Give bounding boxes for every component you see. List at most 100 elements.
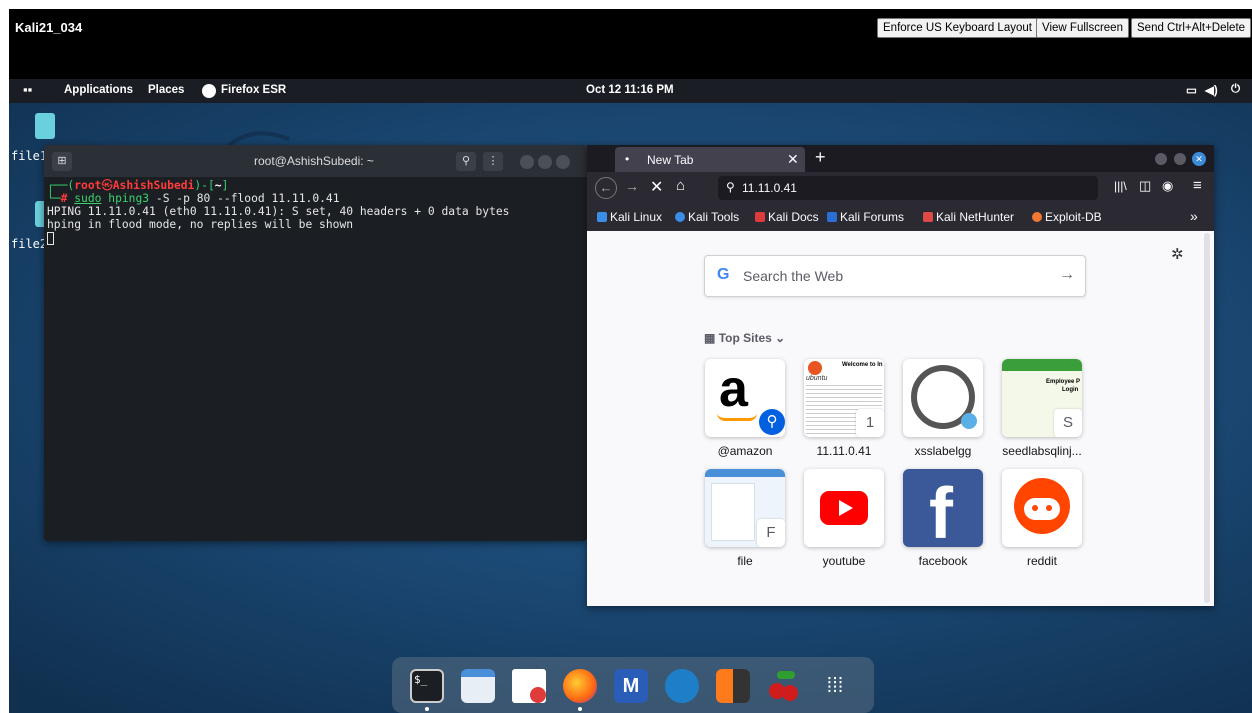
kali-icon bbox=[597, 212, 607, 222]
tile-file[interactable]: F bbox=[705, 469, 785, 547]
tile-xsslabelgg[interactable] bbox=[903, 359, 983, 437]
volume-icon[interactable]: ◀) bbox=[1205, 83, 1218, 97]
cherrytree-icon[interactable] bbox=[767, 669, 801, 703]
new-tab-button[interactable]: + bbox=[815, 147, 826, 168]
tile-label[interactable]: xsslabelgg bbox=[893, 444, 993, 458]
scrollbar[interactable] bbox=[1204, 233, 1210, 603]
terminal-window[interactable]: ⊞ root@AshishSubedi: ~ ⚲ ⋮ ┌──(root㉿Ashi… bbox=[44, 145, 587, 541]
tile-label[interactable]: file bbox=[695, 554, 795, 568]
enforce-keyboard-button[interactable]: Enforce US Keyboard Layout bbox=[877, 18, 1038, 38]
maximize-button[interactable] bbox=[538, 155, 552, 169]
dock: $_ M ⁞⁞⁞ bbox=[392, 657, 874, 713]
bookmark-kali-nethunter[interactable]: Kali NetHunter bbox=[923, 210, 1014, 224]
top-sites-header[interactable]: ▦ Top Sites ⌄ bbox=[704, 331, 785, 345]
url-text[interactable]: 11.11.0.41 bbox=[742, 181, 797, 195]
stop-button[interactable]: ✕ bbox=[650, 177, 663, 197]
forward-button[interactable]: → bbox=[625, 178, 639, 194]
places-menu[interactable]: Places bbox=[148, 84, 184, 96]
firefox-window[interactable]: • New Tab ✕ + ✕ ← → ✕ ⌂ ⚲ 11.11.0.41 |||… bbox=[587, 145, 1214, 606]
new-tab-icon[interactable]: ⊞ bbox=[52, 152, 72, 171]
search-shortcut-icon: ⚲ bbox=[759, 409, 785, 435]
command-line: └─# sudo hping3 -S -p 80 --flood 11.11.0… bbox=[47, 192, 340, 205]
leaf-shape bbox=[777, 671, 795, 679]
bookmark-kali-docs[interactable]: Kali Docs bbox=[755, 210, 819, 224]
wireshark-icon[interactable] bbox=[665, 669, 699, 703]
file1-icon[interactable] bbox=[35, 113, 55, 139]
tile-seedlabsqlinj[interactable]: Employee P Login S bbox=[1002, 359, 1082, 437]
account-icon[interactable]: ◉ bbox=[1162, 178, 1173, 194]
file2-label[interactable]: file2 bbox=[11, 237, 47, 251]
firefox-icon bbox=[202, 84, 216, 98]
tile-reddit[interactable] bbox=[1002, 469, 1082, 547]
send-ctrl-alt-delete-button[interactable]: Send Ctrl+Alt+Delete bbox=[1131, 18, 1252, 38]
clock[interactable]: Oct 12 11:16 PM bbox=[586, 84, 674, 96]
tile-label[interactable]: seedlabsqlinj... bbox=[992, 444, 1092, 458]
amazon-logo: a bbox=[719, 360, 748, 418]
tab-dot-icon: • bbox=[625, 152, 630, 166]
exploit-db-icon bbox=[1032, 212, 1042, 222]
app-grid-icon[interactable]: ⁞⁞⁞ bbox=[818, 669, 852, 703]
terminal-output[interactable]: ┌──(root㉿AshishSubedi)-[~] └─# sudo hpin… bbox=[44, 177, 587, 541]
tile-label[interactable]: facebook bbox=[893, 554, 993, 568]
tile-label[interactable]: youtube bbox=[794, 554, 894, 568]
site-header-strip bbox=[1002, 359, 1082, 371]
tile-label[interactable]: 11.11.0.41 bbox=[794, 444, 894, 458]
minimize-button[interactable] bbox=[520, 155, 534, 169]
terminal-icon[interactable]: $_ bbox=[410, 669, 444, 703]
tile-label[interactable]: reddit bbox=[992, 554, 1092, 568]
tile-label[interactable]: @amazon bbox=[695, 444, 795, 458]
close-window-button[interactable]: ✕ bbox=[1192, 152, 1206, 166]
tile-youtube[interactable] bbox=[804, 469, 884, 547]
bookmark-kali-forums[interactable]: Kali Forums bbox=[827, 210, 904, 224]
search-placeholder[interactable]: Search the Web bbox=[743, 268, 843, 284]
url-bar[interactable]: ⚲ 11.11.0.41 bbox=[718, 176, 1098, 200]
library-icon[interactable]: |||\ bbox=[1114, 179, 1127, 193]
tile-amazon[interactable]: a ⚲ bbox=[705, 359, 785, 437]
search-box[interactable]: G Search the Web → bbox=[704, 255, 1086, 297]
tile-text: Welcome to In bbox=[842, 362, 883, 368]
screen-icon[interactable]: ▭ bbox=[1186, 83, 1197, 97]
command-args: -S -p 80 --flood 11.11.0.41 bbox=[155, 192, 340, 205]
search-icon[interactable]: ⚲ bbox=[456, 152, 476, 171]
metasploit-icon[interactable]: M bbox=[614, 669, 648, 703]
hamburger-menu-icon[interactable]: ≡ bbox=[1193, 177, 1202, 194]
sidebar-icon[interactable]: ◫ bbox=[1139, 178, 1151, 194]
desktop: ▪▪ Applications Places Firefox ESR Oct 1… bbox=[9, 79, 1252, 713]
power-icon[interactable]: ⏻ bbox=[1231, 83, 1240, 96]
burpsuite-icon[interactable] bbox=[716, 669, 750, 703]
app-grid-icon[interactable]: ▪▪ bbox=[23, 82, 32, 97]
kali-tools-icon bbox=[675, 212, 685, 222]
settings-gear-icon[interactable]: ✲ bbox=[1171, 245, 1184, 263]
tile-11-11-0-41[interactable]: Welcome to In ubuntu 1 bbox=[804, 359, 884, 437]
close-button[interactable] bbox=[556, 155, 570, 169]
close-tab-icon[interactable]: ✕ bbox=[787, 151, 799, 168]
tab-strip: • New Tab ✕ + ✕ bbox=[587, 145, 1214, 172]
bookmark-kali-tools[interactable]: Kali Tools bbox=[675, 210, 739, 224]
reddit-logo bbox=[1014, 478, 1070, 534]
kali-forums-icon bbox=[827, 212, 837, 222]
file1-label[interactable]: file1 bbox=[11, 149, 47, 163]
back-button[interactable]: ← bbox=[595, 177, 617, 199]
skull-icon: ㉿ bbox=[101, 179, 113, 192]
text-editor-icon[interactable] bbox=[512, 669, 546, 703]
home-button[interactable]: ⌂ bbox=[676, 177, 685, 194]
firefox-taskbar-item[interactable]: Firefox ESR bbox=[221, 84, 286, 96]
prompt-user: root bbox=[74, 179, 102, 192]
view-fullscreen-button[interactable]: View Fullscreen bbox=[1036, 18, 1129, 38]
tile-facebook[interactable]: f bbox=[903, 469, 983, 547]
terminal-titlebar[interactable]: ⊞ root@AshishSubedi: ~ ⚲ ⋮ bbox=[44, 145, 587, 177]
google-icon: G bbox=[717, 266, 730, 283]
search-arrow-icon[interactable]: → bbox=[1059, 266, 1075, 284]
tab-new-tab[interactable]: • New Tab ✕ bbox=[615, 147, 805, 172]
tile-badge: S bbox=[1054, 409, 1082, 437]
minimize-button[interactable] bbox=[1155, 153, 1167, 165]
bookmark-exploit-db[interactable]: Exploit-DB bbox=[1032, 210, 1102, 224]
firefox-icon[interactable] bbox=[563, 669, 597, 703]
bookmarks-overflow-icon[interactable]: » bbox=[1190, 208, 1198, 224]
menu-icon[interactable]: ⋮ bbox=[483, 152, 503, 171]
new-tab-page: ✲ G Search the Web → ▦ Top Sites ⌄ a ⚲ @… bbox=[587, 231, 1214, 606]
maximize-button[interactable] bbox=[1174, 153, 1186, 165]
applications-menu[interactable]: Applications bbox=[64, 84, 133, 96]
bookmark-kali-linux[interactable]: Kali Linux bbox=[597, 210, 662, 224]
files-icon[interactable] bbox=[461, 669, 495, 703]
